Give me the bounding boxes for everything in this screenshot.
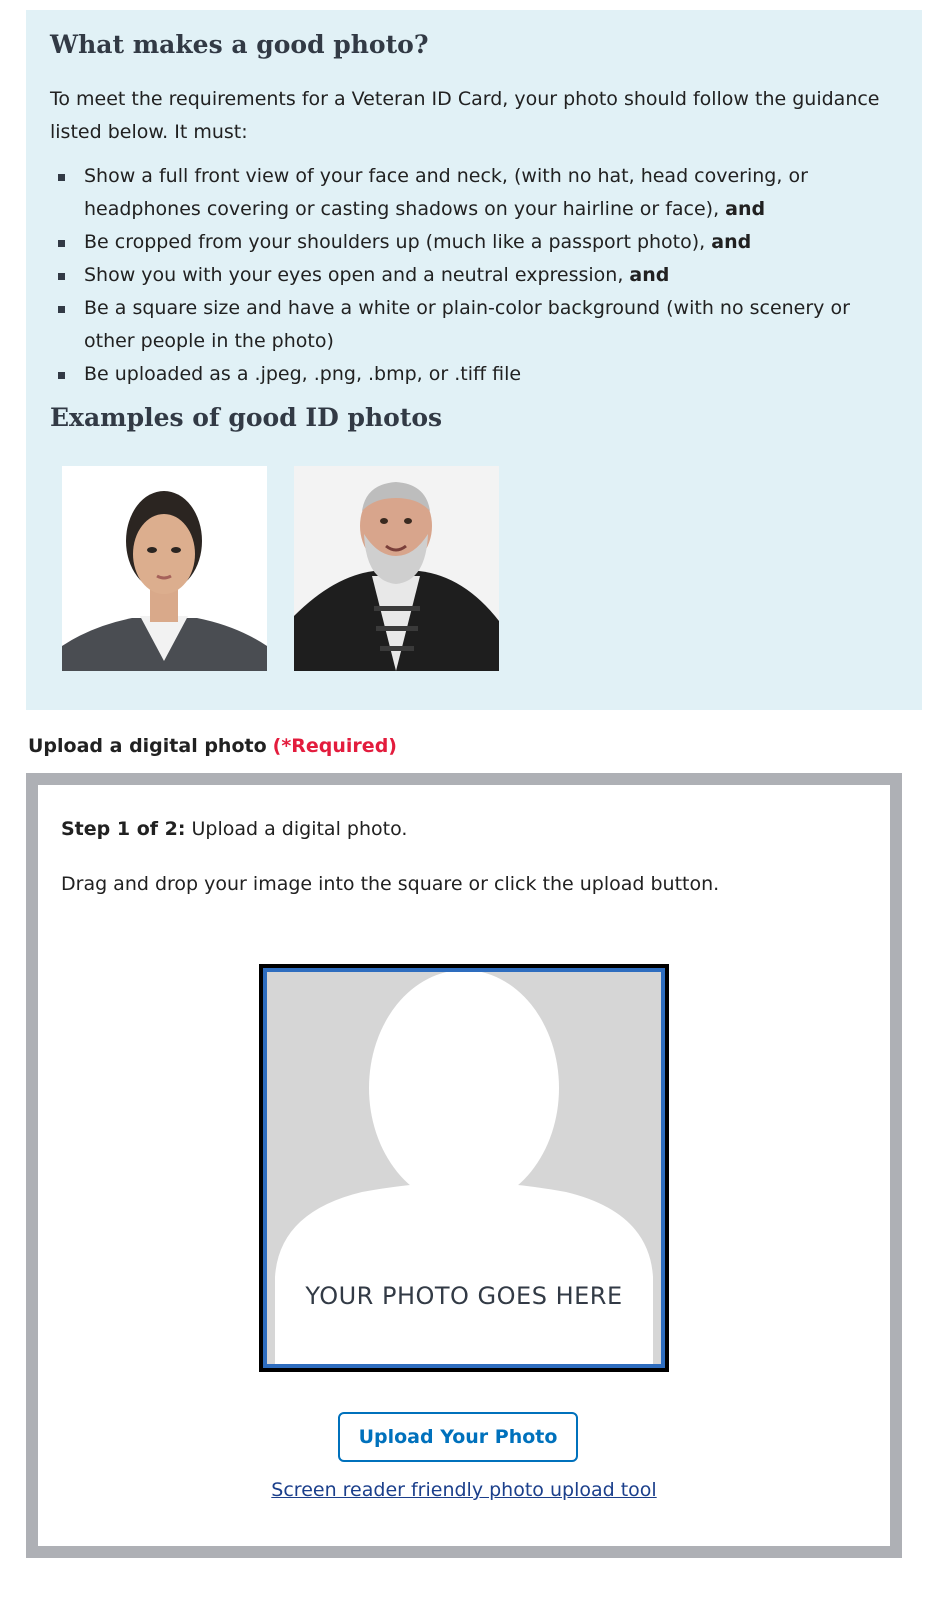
guidance-intro: To meet the requirements for a Veteran I… xyxy=(50,88,880,143)
bullet-icon xyxy=(58,174,65,181)
example-photo-woman xyxy=(62,466,267,671)
step-indicator: Step 1 of 2: Upload a digital photo. xyxy=(61,818,408,840)
photo-upload-widget: Step 1 of 2: Upload a digital photo. Dra… xyxy=(26,773,902,1558)
placeholder-text: YOUR PHOTO GOES HERE xyxy=(305,1282,623,1310)
list-item: Be uploaded as a .jpeg, .png, .bmp, or .… xyxy=(50,358,900,391)
upload-photo-button[interactable]: Upload Your Photo xyxy=(338,1412,578,1462)
bullet-icon xyxy=(58,372,65,379)
photo-drop-zone[interactable]: YOUR PHOTO GOES HERE xyxy=(259,964,669,1372)
photo-placeholder: YOUR PHOTO GOES HERE xyxy=(263,968,665,1368)
list-item: Be cropped from your shoulders up (much … xyxy=(50,226,900,259)
bullet-icon xyxy=(58,240,65,247)
requirements-list: Show a full front view of your face and … xyxy=(50,160,900,391)
example-photo-man xyxy=(294,466,499,671)
bullet-icon xyxy=(58,273,65,280)
upload-label: Upload a digital photo (*Required) xyxy=(28,735,397,757)
list-item: Be a square size and have a white or pla… xyxy=(50,292,900,358)
screen-reader-upload-link[interactable]: Screen reader friendly photo upload tool xyxy=(271,1479,656,1501)
list-item: Show a full front view of your face and … xyxy=(50,160,900,226)
upload-instructions: Drag and drop your image into the square… xyxy=(61,873,720,895)
screen-reader-link-container: Screen reader friendly photo upload tool xyxy=(38,1479,890,1501)
examples-title: Examples of good ID photos xyxy=(50,403,443,432)
required-indicator: (*Required) xyxy=(272,735,397,757)
bullet-icon xyxy=(58,306,65,313)
list-item: Show you with your eyes open and a neutr… xyxy=(50,259,900,292)
guidance-title: What makes a good photo? xyxy=(50,30,429,59)
photo-guidance-panel: What makes a good photo? To meet the req… xyxy=(26,10,922,710)
